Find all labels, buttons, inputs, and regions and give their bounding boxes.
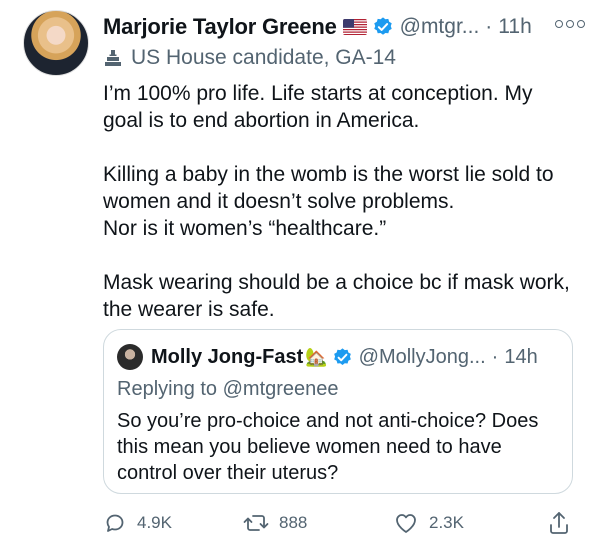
quoted-text: So you’re pro-choice and not anti-choice… bbox=[117, 410, 539, 484]
replying-prefix: Replying to bbox=[117, 378, 218, 400]
quoted-author-name: Molly Jong-Fast bbox=[151, 345, 304, 368]
quoted-tweet[interactable]: Molly Jong-Fast 🏡 @MollyJong... · 14h Re… bbox=[103, 329, 573, 494]
reply-button[interactable]: 4.9K bbox=[103, 511, 243, 535]
verified-icon bbox=[333, 347, 351, 365]
verified-icon bbox=[373, 17, 392, 35]
quoted-separator-dot: · bbox=[491, 345, 499, 368]
quoted-handle: @MollyJong... bbox=[358, 345, 486, 368]
author-name[interactable]: Marjorie Taylor Greene bbox=[103, 14, 337, 40]
quoted-header: Molly Jong-Fast 🏡 @MollyJong... · 14h bbox=[117, 344, 567, 370]
author-handle[interactable]: @mtgr... bbox=[400, 15, 480, 39]
replying-to: Replying to @mtgreenee bbox=[117, 378, 339, 401]
tweet-time[interactable]: 11h bbox=[498, 15, 531, 39]
house-emoji: 🏡 bbox=[305, 346, 328, 367]
reply-icon bbox=[106, 514, 124, 532]
separator-dot: · bbox=[485, 15, 493, 38]
reply-count: 4.9K bbox=[137, 513, 172, 532]
action-bar: 4.9K 888 2.3K bbox=[103, 510, 583, 536]
like-button[interactable]: 2.3K bbox=[393, 511, 543, 535]
retweet-button[interactable]: 888 bbox=[243, 511, 393, 535]
share-button[interactable] bbox=[547, 510, 581, 536]
more-icon[interactable] bbox=[555, 20, 585, 28]
tweet-header: Marjorie Taylor Greene @mtgr... · 11h bbox=[103, 12, 593, 42]
tweet-text: I’m 100% pro life. Life starts at concep… bbox=[103, 80, 573, 323]
author-avatar[interactable] bbox=[23, 10, 89, 76]
tweet-paragraph-2: Killing a baby in the womb is the worst … bbox=[103, 163, 554, 240]
government-label-icon bbox=[105, 50, 121, 66]
label-text: US House candidate, GA-14 bbox=[131, 46, 396, 69]
retweet-icon bbox=[243, 515, 269, 531]
government-label: US House candidate, GA-14 bbox=[103, 46, 396, 70]
like-count: 2.3K bbox=[429, 513, 464, 532]
flag-us-icon bbox=[342, 19, 367, 35]
quoted-avatar bbox=[117, 344, 143, 370]
tweet-paragraph-1: I’m 100% pro life. Life starts at concep… bbox=[103, 82, 533, 132]
retweet-count: 888 bbox=[279, 513, 308, 532]
share-icon bbox=[550, 512, 568, 534]
replying-mention[interactable]: @mtgreenee bbox=[223, 378, 339, 400]
like-icon bbox=[396, 514, 416, 533]
tweet-paragraph-3: Mask wearing should be a choice bc if ma… bbox=[103, 271, 570, 321]
quoted-time: 14h bbox=[504, 345, 538, 368]
